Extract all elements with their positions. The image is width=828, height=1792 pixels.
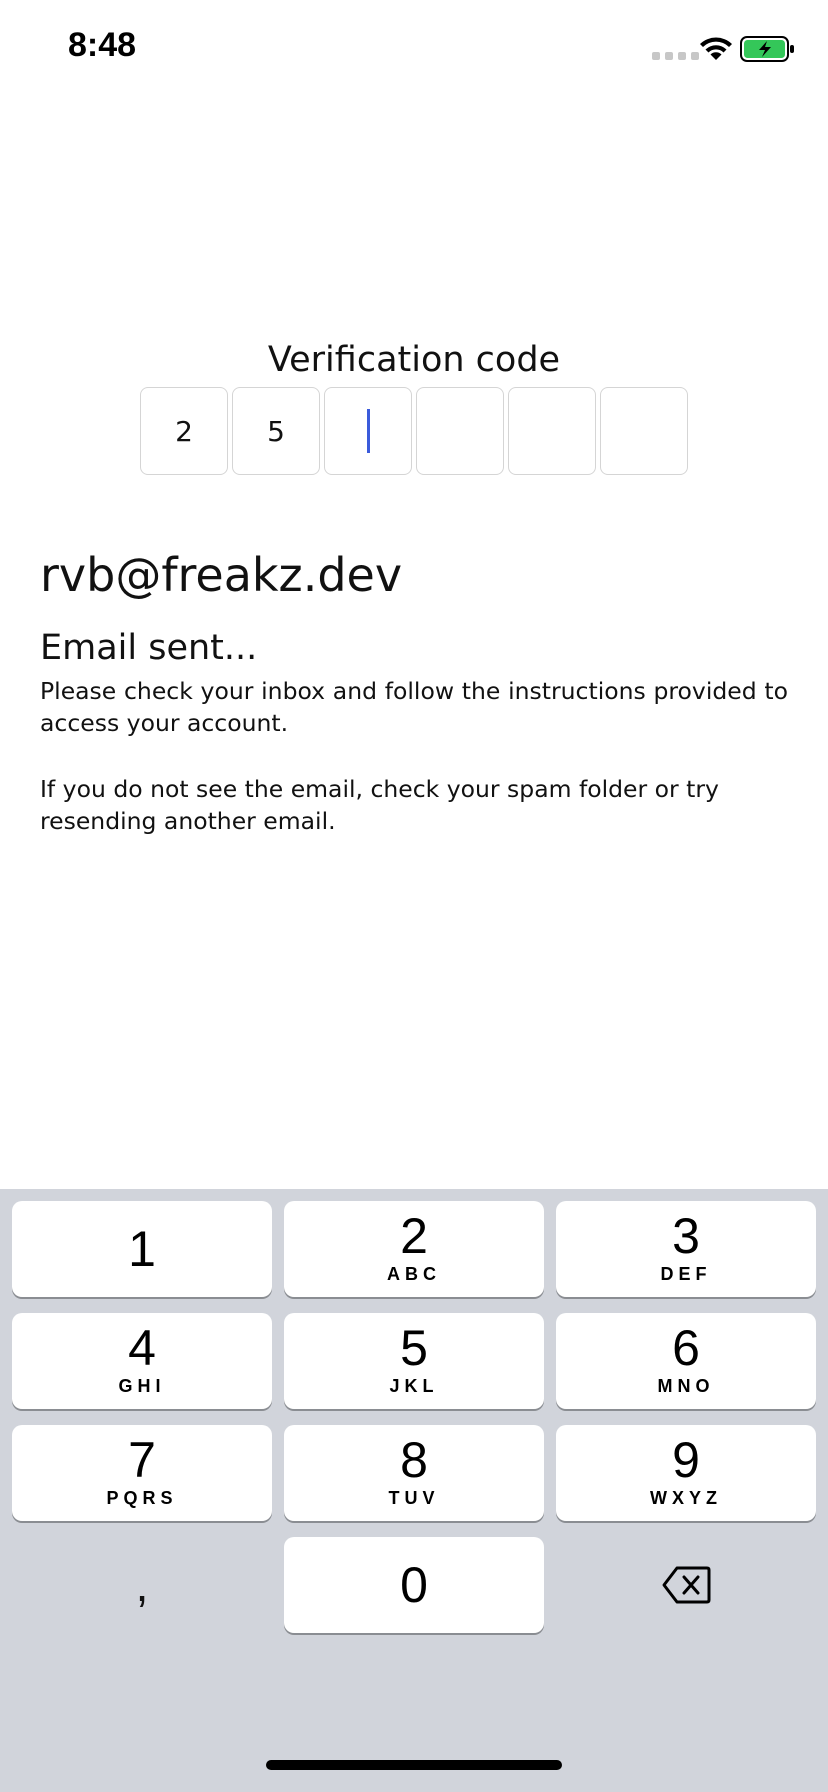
text-cursor	[366, 409, 370, 453]
wifi-icon	[700, 37, 732, 60]
account-email: rvb@freakz.dev	[40, 548, 403, 602]
key-letters: DEF	[660, 1264, 712, 1284]
key-digit: 8	[400, 1432, 428, 1488]
verification-title: Verification code	[267, 340, 561, 380]
key-2[interactable]: 2 ABC	[284, 1201, 544, 1297]
email-sent-title: Email sent...	[40, 628, 258, 668]
code-digit-2[interactable]: 5	[232, 387, 320, 475]
key-3[interactable]: 3 DEF	[556, 1201, 816, 1297]
code-digit-1[interactable]: 2	[140, 387, 228, 475]
key-letters: ABC	[387, 1264, 441, 1284]
key-letters: PQRS	[106, 1488, 178, 1508]
inbox-instructions: Please check your inbox and follow the i…	[40, 677, 788, 737]
key-5[interactable]: 5 JKL	[284, 1313, 544, 1409]
backspace-icon	[662, 1566, 711, 1604]
status-time: 8:48	[68, 26, 137, 64]
key-digit: 9	[672, 1432, 700, 1488]
key-digit: 4	[128, 1320, 156, 1376]
comma-label: ,	[135, 1559, 149, 1611]
key-6[interactable]: 6 MNO	[556, 1313, 816, 1409]
key-4[interactable]: 4 GHI	[12, 1313, 272, 1409]
key-digit: 1	[128, 1221, 156, 1277]
key-7[interactable]: 7 PQRS	[12, 1425, 272, 1521]
home-indicator[interactable]	[266, 1760, 562, 1770]
key-digit: 0	[400, 1557, 428, 1613]
key-9[interactable]: 9 WXYZ	[556, 1425, 816, 1521]
key-8[interactable]: 8 TUV	[284, 1425, 544, 1521]
key-0[interactable]: 0	[284, 1537, 544, 1633]
key-digit: 3	[672, 1208, 700, 1264]
code-digit-4[interactable]	[416, 387, 504, 475]
battery-charging-icon	[740, 36, 794, 62]
key-1[interactable]: 1	[12, 1201, 272, 1297]
verification-code-input[interactable]: 2 5	[140, 387, 688, 475]
delete-button[interactable]	[556, 1537, 816, 1633]
code-digit-3[interactable]	[324, 387, 412, 475]
key-digit: 2	[400, 1208, 428, 1264]
spam-instructions: If you do not see the email, check your …	[40, 775, 719, 835]
key-digit: 5	[400, 1320, 428, 1376]
key-letters: GHI	[118, 1376, 166, 1396]
status-bar: 8:48	[0, 0, 828, 100]
numeric-keyboard: 1 2 ABC 3 DEF 4 GHI 5 JKL 6 MNO 7 PQRS 8…	[0, 1189, 828, 1792]
key-comma[interactable]: ,	[12, 1537, 272, 1633]
cellular-signal-icon	[652, 52, 699, 60]
code-digit-6[interactable]	[600, 387, 688, 475]
key-letters: WXYZ	[650, 1488, 722, 1508]
key-digit: 7	[128, 1432, 156, 1488]
key-letters: TUV	[388, 1488, 440, 1508]
key-digit: 6	[672, 1320, 700, 1376]
code-digit-5[interactable]	[508, 387, 596, 475]
key-letters: JKL	[389, 1376, 439, 1396]
key-letters: MNO	[657, 1376, 715, 1396]
